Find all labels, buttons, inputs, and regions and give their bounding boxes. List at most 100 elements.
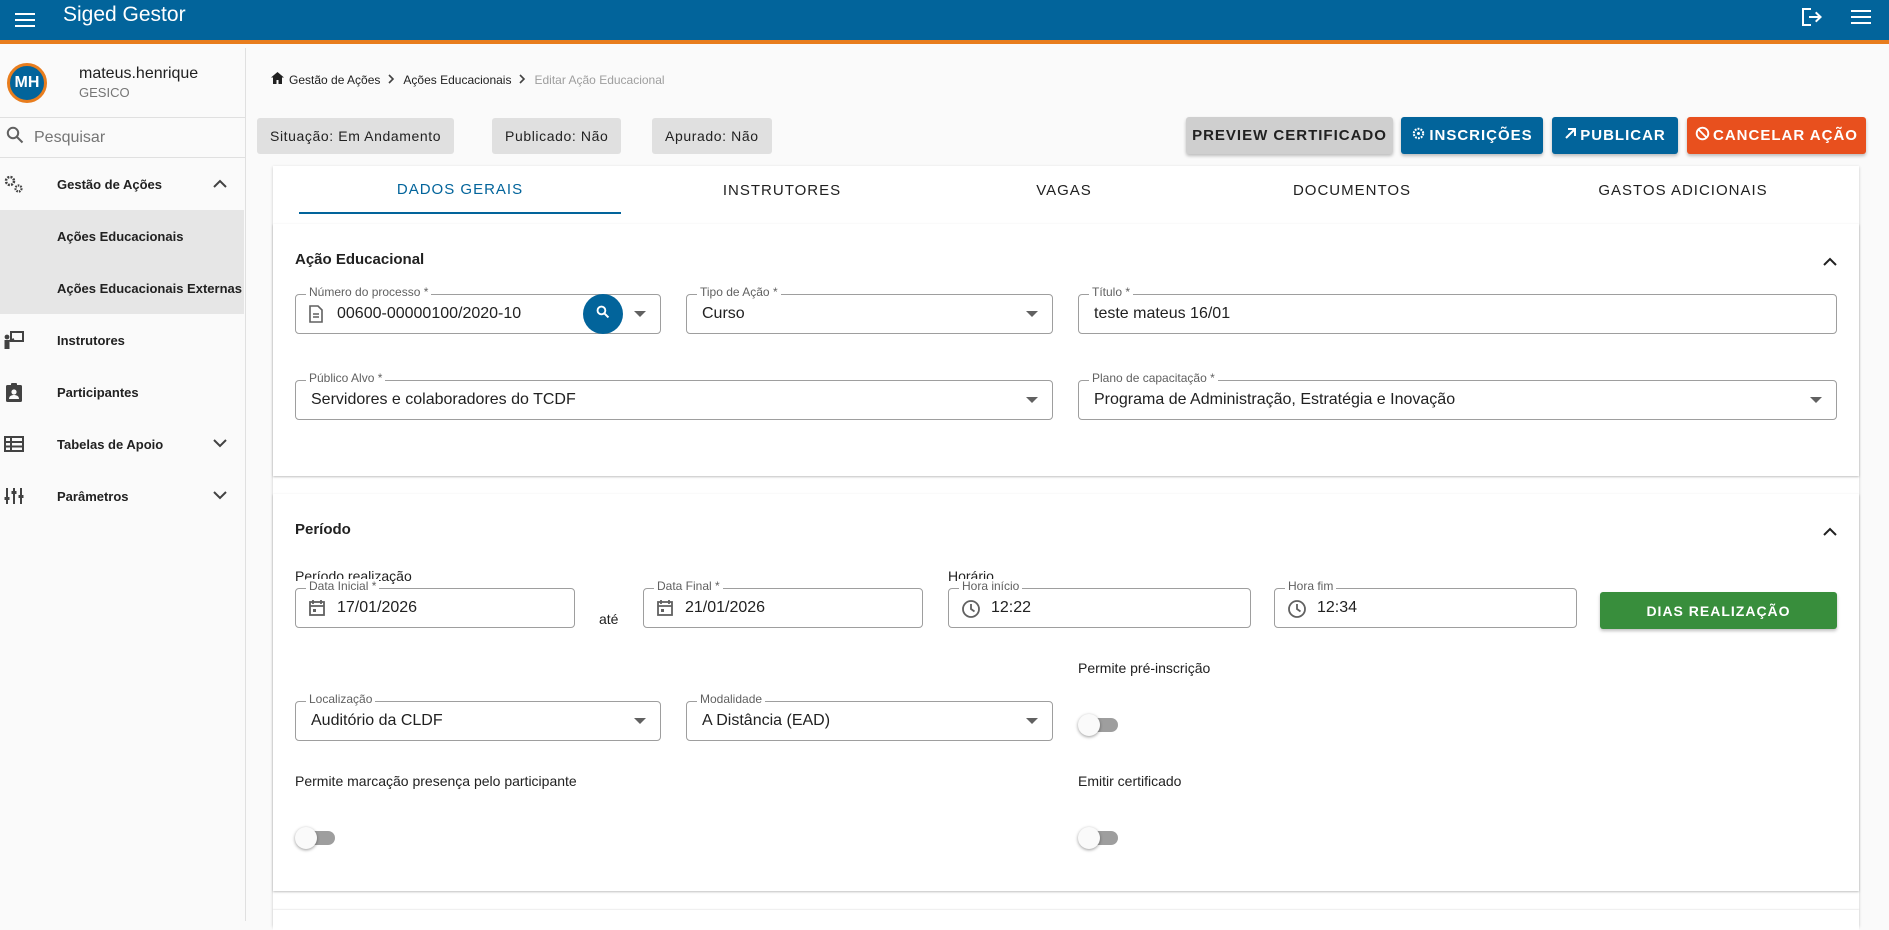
- button-label: CANCELAR AÇÃO: [1713, 127, 1858, 144]
- toggle-knob: [1078, 827, 1100, 849]
- dropdown-arrow-icon[interactable]: [1026, 311, 1038, 317]
- dropdown-arrow-icon[interactable]: [1810, 397, 1822, 403]
- search-process-button[interactable]: [583, 294, 623, 334]
- hora-inicio-field[interactable]: Hora início 12:22: [948, 579, 1251, 628]
- publico-alvo-select[interactable]: Público Alvo * Servidores e colaboradore…: [295, 371, 1053, 420]
- pre-inscricao-toggle[interactable]: [1078, 714, 1118, 736]
- certificado-toggle[interactable]: [1078, 827, 1118, 849]
- clock-icon: [1287, 599, 1307, 624]
- field-label: Título *: [1089, 285, 1134, 299]
- next-section: [273, 910, 1859, 930]
- breadcrumb-gestao-acoes[interactable]: Gestão de Ações: [289, 73, 380, 87]
- titulo-value: teste mateus 16/01: [1094, 305, 1231, 322]
- field-label: Localização: [306, 692, 376, 706]
- home-icon[interactable]: [271, 72, 284, 87]
- section-title: Ação Educacional: [295, 251, 425, 268]
- field-label: Hora fim: [1285, 579, 1337, 593]
- titulo-input[interactable]: Título * teste mateus 16/01: [1078, 285, 1837, 334]
- certificado-label: Emitir certificado: [1078, 773, 1182, 789]
- field-label: Tipo de Ação *: [697, 285, 781, 299]
- instructor-icon: [3, 329, 25, 351]
- table-icon: [3, 433, 25, 455]
- user-panel: MH mateus.henrique GESICO: [0, 48, 245, 118]
- dropdown-arrow-icon[interactable]: [1026, 718, 1038, 724]
- status-apurado-badge: Apurado: Não: [652, 118, 772, 154]
- localizacao-select[interactable]: Localização Auditório da CLDF: [295, 692, 661, 741]
- plano-capacitacao-select[interactable]: Plano de capacitação * Programa de Admin…: [1078, 371, 1837, 420]
- sidebar-item-instrutores[interactable]: Instrutores: [0, 314, 245, 366]
- sidebar-item-label: Parâmetros: [57, 488, 129, 504]
- tab-vagas[interactable]: VAGAS: [943, 166, 1185, 214]
- tab-gastos-adicionais[interactable]: GASTOS ADICIONAIS: [1519, 166, 1847, 214]
- search-input[interactable]: [34, 128, 234, 147]
- numero-processo-field[interactable]: Número do processo * 00600-00000100/2020…: [295, 285, 661, 334]
- dropdown-arrow-icon[interactable]: [634, 718, 646, 724]
- calendar-icon: [656, 599, 674, 622]
- sidebar-item-acoes-educacionais[interactable]: Ações Educacionais: [0, 210, 244, 262]
- breadcrumb-current: Editar Ação Educacional: [534, 72, 665, 87]
- status-situacao-badge: Situação: Em Andamento: [257, 118, 455, 154]
- presenca-toggle[interactable]: [295, 827, 335, 849]
- chevron-down-icon: [213, 435, 227, 453]
- field-label: Modalidade: [697, 692, 766, 706]
- tipo-acao-select[interactable]: Tipo de Ação * Curso: [686, 285, 1053, 334]
- chevron-down-icon: [213, 487, 227, 505]
- publico-alvo-value: Servidores e colaboradores do TCDF: [311, 391, 576, 408]
- dias-realizacao-button[interactable]: DIAS REALIZAÇÃO: [1600, 592, 1837, 629]
- publicar-button[interactable]: PUBLICAR: [1552, 117, 1678, 154]
- chevron-up-icon: [213, 175, 227, 193]
- inscricoes-button[interactable]: INSCRIÇÕES: [1401, 117, 1543, 154]
- avatar[interactable]: MH: [7, 62, 47, 103]
- dropdown-arrow-icon[interactable]: [1026, 397, 1038, 403]
- search-icon: [6, 126, 24, 149]
- breadcrumb-acoes-educacionais[interactable]: Ações Educacionais: [403, 73, 511, 87]
- data-final-field[interactable]: Data Final * 21/01/2026: [643, 579, 923, 628]
- localizacao-value: Auditório da CLDF: [311, 712, 443, 729]
- sidebar-item-acoes-externas[interactable]: Ações Educacionais Externas: [0, 262, 244, 314]
- ate-label: até: [599, 611, 619, 627]
- sidebar-item-gestao-acoes[interactable]: Gestão de Ações: [0, 158, 245, 210]
- modalidade-select[interactable]: Modalidade A Distância (EAD): [686, 692, 1053, 741]
- tab-dados-gerais[interactable]: DADOS GERAIS: [299, 166, 621, 214]
- gears-icon: [3, 173, 25, 195]
- clock-icon: [961, 599, 981, 624]
- dropdown-arrow-icon[interactable]: [634, 311, 646, 317]
- button-label: PUBLICAR: [1580, 127, 1666, 144]
- hora-fim-field[interactable]: Hora fim 12:34: [1274, 579, 1577, 628]
- chevron-up-icon[interactable]: [1823, 523, 1837, 541]
- search-icon: [596, 305, 610, 324]
- toggle-knob: [1078, 714, 1100, 736]
- numero-processo-value: 00600-00000100/2020-10: [337, 305, 522, 322]
- sliders-icon: [3, 485, 25, 507]
- cancelar-acao-button[interactable]: CANCELAR AÇÃO: [1687, 117, 1866, 154]
- hora-inicio-value: 12:22: [991, 599, 1032, 616]
- gear-icon: [1411, 126, 1429, 145]
- pre-inscricao-label: Permite pré-inscrição: [1078, 660, 1211, 676]
- more-menu-icon[interactable]: [1847, 3, 1875, 31]
- modalidade-value: A Distância (EAD): [702, 712, 831, 729]
- data-inicial-field[interactable]: Data Inicial * 17/01/2026: [295, 579, 575, 628]
- sidebar-item-tabelas-apoio[interactable]: Tabelas de Apoio: [0, 418, 245, 470]
- toggle-knob: [295, 827, 317, 849]
- tab-documentos[interactable]: DOCUMENTOS: [1185, 166, 1519, 214]
- hora-fim-value: 12:34: [1317, 599, 1358, 616]
- sidebar-item-label: Gestão de Ações: [57, 176, 163, 192]
- presenca-label: Permite marcação presença pelo participa…: [295, 773, 577, 789]
- breadcrumb: Gestão de Ações Ações Educacionais Edita…: [271, 72, 665, 87]
- chevron-up-icon[interactable]: [1823, 253, 1837, 271]
- preview-certificado-button[interactable]: PREVIEW CERTIFICADO: [1186, 117, 1393, 154]
- field-label: Hora início: [959, 579, 1023, 593]
- tab-bar: DADOS GERAIS INSTRUTORES VAGAS DOCUMENTO…: [273, 166, 1859, 214]
- plano-capacitacao-value: Programa de Administração, Estratégia e …: [1094, 391, 1456, 408]
- logout-icon[interactable]: [1797, 3, 1825, 31]
- button-label: DIAS REALIZAÇÃO: [1646, 602, 1791, 619]
- sidebar-item-label: Participantes: [57, 384, 139, 400]
- sidebar-item-parametros[interactable]: Parâmetros: [0, 470, 245, 522]
- main-content: Gestão de Ações Ações Educacionais Edita…: [247, 48, 1889, 930]
- arrow-up-right-icon: [1564, 127, 1580, 144]
- menu-icon[interactable]: [6, 3, 44, 37]
- app-title: Siged Gestor: [63, 3, 186, 26]
- tab-instrutores[interactable]: INSTRUTORES: [621, 166, 943, 214]
- sidebar-item-participantes[interactable]: Participantes: [0, 366, 245, 418]
- status-publicado-badge: Publicado: Não: [492, 118, 622, 154]
